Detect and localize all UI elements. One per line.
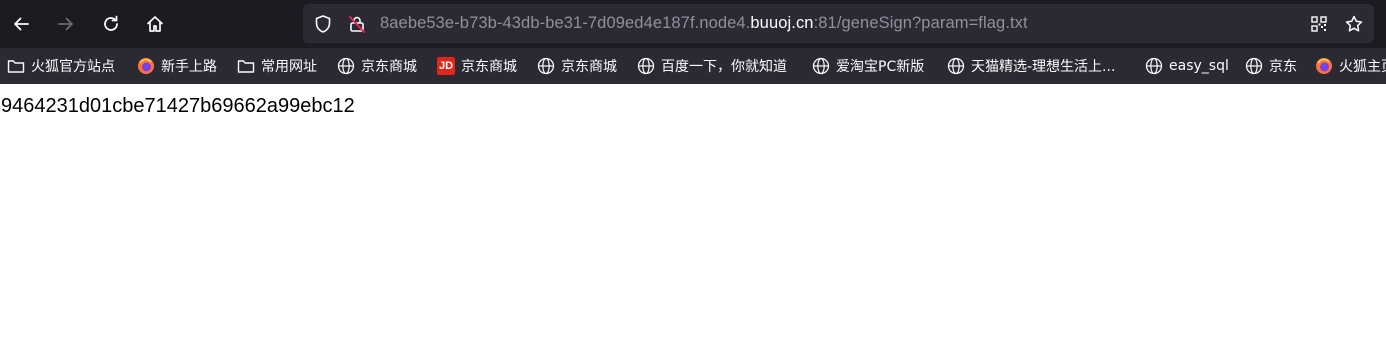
forward-button[interactable] [49, 7, 83, 41]
bookmark-label: 京东商城 [361, 59, 417, 75]
firefox-icon [1315, 57, 1333, 75]
firefox-icon [137, 57, 155, 75]
bookmark-item[interactable]: 常用网址 [237, 48, 317, 84]
globe-icon [637, 57, 655, 75]
page-content: 9464231d01cbe71427b69662a99ebc12 [0, 84, 1386, 341]
bookmark-item[interactable]: 京东商城 [537, 48, 617, 84]
folder-icon [7, 57, 25, 75]
insecure-lock-icon[interactable] [346, 13, 368, 35]
url-domain: buuoj.cn [750, 14, 814, 32]
globe-icon [1245, 57, 1263, 75]
bookmark-item[interactable]: 天猫精选-理想生活上... [947, 48, 1115, 84]
bookmark-item[interactable]: 爱淘宝PC新版 [812, 48, 924, 84]
home-icon [147, 16, 163, 32]
url-path: :81/geneSign?param=flag.txt [813, 14, 1028, 32]
globe-icon [947, 57, 965, 75]
bookmark-label: 京东商城 [561, 59, 617, 75]
bookmark-item[interactable]: 新手上路 [137, 48, 217, 84]
page-body-text: 9464231d01cbe71427b69662a99ebc12 [1, 95, 355, 117]
globe-icon [1145, 57, 1163, 75]
bookmark-label: 天猫精选-理想生活上... [971, 59, 1116, 75]
shield-icon[interactable] [312, 13, 334, 35]
arrow-left-icon [14, 17, 29, 31]
reload-button[interactable] [94, 7, 128, 41]
arrow-right-icon [58, 17, 73, 31]
bookmark-label: 火狐官方站点 [31, 59, 115, 75]
globe-icon [337, 57, 355, 75]
bookmark-item[interactable]: 京东商城 [337, 48, 417, 84]
bookmark-label: 常用网址 [261, 59, 317, 75]
qr-code-icon[interactable] [1308, 13, 1330, 35]
bookmark-label: easy_sql [1169, 58, 1229, 74]
bookmark-label: 火狐主页 [1339, 59, 1386, 75]
bookmark-item[interactable]: 京东 [1245, 48, 1297, 84]
bookmark-label: 新手上路 [161, 59, 217, 75]
bookmark-label: 爱淘宝PC新版 [836, 59, 925, 75]
folder-icon [237, 57, 255, 75]
url-bar[interactable]: 8aebe53e-b73b-43db-be31-7d09ed4e187f.nod… [303, 4, 1374, 43]
bookmark-item[interactable]: 火狐官方站点 [7, 48, 115, 84]
star-bookmark-icon[interactable] [1343, 13, 1365, 35]
globe-icon [812, 57, 830, 75]
home-button[interactable] [138, 7, 172, 41]
bookmark-item[interactable]: easy_sql [1145, 48, 1229, 84]
jd-badge: JD [437, 57, 455, 75]
bookmark-label: 京东 [1269, 59, 1297, 75]
url-text[interactable]: 8aebe53e-b73b-43db-be31-7d09ed4e187f.nod… [380, 14, 1028, 33]
bookmark-item[interactable]: 百度一下，你就知道 [637, 48, 787, 84]
url-subdomain: 8aebe53e-b73b-43db-be31-7d09ed4e187f.nod… [380, 14, 751, 32]
bookmark-item[interactable]: 火狐主页 [1315, 48, 1386, 84]
reload-icon [104, 15, 118, 31]
bookmark-item[interactable]: JD 京东商城 [437, 48, 517, 84]
bookmark-label: 京东商城 [461, 59, 517, 75]
back-button[interactable] [4, 7, 38, 41]
bookmark-label: 百度一下，你就知道 [661, 59, 787, 75]
browser-toolbar: 8aebe53e-b73b-43db-be31-7d09ed4e187f.nod… [0, 0, 1386, 48]
jd-icon: JD [437, 57, 455, 75]
bookmarks-bar: 火狐官方站点 新手上路 常用网址 京东商城 JD 京东商城 京东商城 百度一下，… [0, 48, 1386, 84]
globe-icon [537, 57, 555, 75]
